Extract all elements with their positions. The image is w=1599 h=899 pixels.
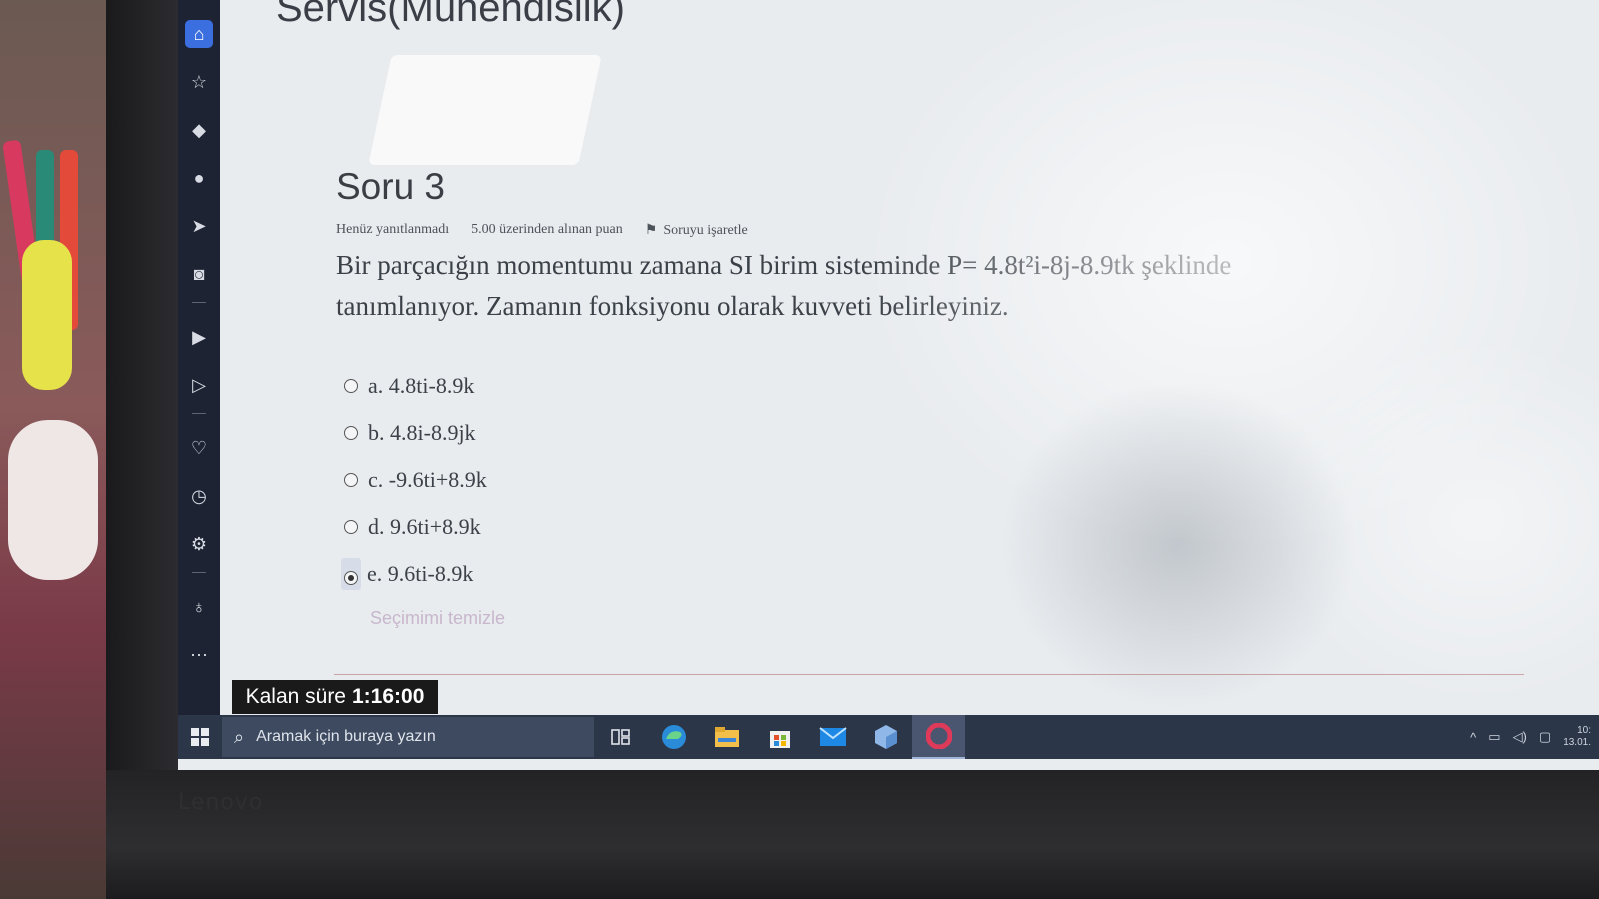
option-b[interactable]: b. 4.8i-8.9jk	[344, 409, 487, 456]
option-label: d. 9.6ti+8.9k	[368, 513, 481, 539]
timer-value: 1:16:00	[352, 685, 425, 708]
kitty-decoration	[8, 420, 98, 580]
taskbar-search[interactable]: ⌕ Aramak için buraya yazın	[222, 717, 594, 757]
timer-label: Kalan süre	[245, 685, 346, 708]
option-e[interactable]: e. 9.6ti-8.9k	[341, 550, 487, 597]
extension-icon[interactable]: ●	[185, 164, 213, 192]
option-a[interactable]: a. 4.8ti-8.9k	[344, 362, 487, 409]
windows-taskbar: ⌕ Aramak için buraya yazın ^ ▭ ◁) ▢ 10: …	[178, 715, 1599, 759]
option-d[interactable]: d. 9.6ti+8.9k	[344, 503, 487, 550]
question-divider	[334, 674, 1524, 675]
system-tray: ^ ▭ ◁) ▢ 10: 13.01.	[1470, 725, 1599, 749]
flag-icon: ⚑	[644, 223, 658, 238]
clear-selection-link[interactable]: Seçimimi temizle	[370, 608, 505, 629]
reflection-glare	[368, 55, 602, 165]
quiz-page: Servis(Mühendislik) Soru 3 Henüz yanıtla…	[220, 0, 1599, 715]
instagram-icon[interactable]: ◙	[185, 260, 213, 288]
volume-icon[interactable]: ◁)	[1513, 729, 1527, 745]
home-icon[interactable]: ⌂	[185, 20, 213, 48]
system-clock[interactable]: 10: 13.01.	[1563, 725, 1591, 749]
clock-date: 13.01.	[1563, 737, 1591, 748]
question-text-line: Bir parçacığın momentumu zamana SI birim…	[336, 250, 1232, 280]
laptop-brand: Lenovo	[178, 790, 264, 815]
sidebar-divider	[192, 302, 206, 303]
file-explorer-icon[interactable]	[700, 715, 753, 759]
notification-icon[interactable]: ▢	[1539, 729, 1551, 745]
bulb-icon[interactable]: ♁	[185, 593, 213, 621]
network-icon[interactable]: ▭	[1488, 729, 1500, 745]
laptop-bezel-bottom	[106, 770, 1599, 899]
course-title: Servis(Mühendislik)	[276, 0, 625, 30]
task-view-icon[interactable]	[594, 715, 647, 759]
player-icon[interactable]: ▶	[185, 323, 213, 351]
chevron-up-icon[interactable]: ^	[1470, 730, 1476, 745]
store-icon[interactable]	[753, 715, 806, 759]
mail-icon[interactable]	[806, 715, 859, 759]
question-text-line: tanımlanıyor. Zamanın fonksiyonu olarak …	[336, 291, 1009, 321]
telegram-icon[interactable]: ➤	[185, 212, 213, 240]
screen: ⌂ ☆ ◆ ● ➤ ◙ ▶ ▷ ♡ ◷ ⚙ ♁ ⋯ Servis(Mühendi…	[178, 0, 1599, 770]
heart-icon[interactable]: ♡	[185, 434, 213, 462]
option-label: a. 4.8ti-8.9k	[368, 372, 475, 398]
edge-browser-icon[interactable]	[647, 715, 700, 759]
radio-button-selected[interactable]	[344, 570, 358, 585]
option-c[interactable]: c. -9.6ti+8.9k	[344, 456, 487, 503]
more-icon[interactable]: ⋯	[185, 641, 213, 669]
settings-icon[interactable]: ⚙	[185, 530, 213, 558]
app-icon[interactable]: ◆	[185, 116, 213, 144]
sidebar-divider	[192, 413, 206, 414]
send-icon[interactable]: ▷	[185, 371, 213, 399]
radio-button[interactable]	[344, 378, 358, 393]
opera-browser-icon[interactable]	[912, 715, 965, 759]
history-icon[interactable]: ◷	[185, 482, 213, 510]
search-icon: ⌕	[234, 726, 245, 747]
clock-time: 10:	[1577, 725, 1591, 736]
background-desk	[0, 0, 110, 899]
question-meta: Henüz yanıtlanmadı 5.00 üzerinden alınan…	[336, 222, 748, 239]
radio-button[interactable]	[344, 519, 358, 534]
search-placeholder: Aramak için buraya yazın	[256, 728, 436, 745]
option-label: e. 9.6ti-8.9k	[367, 560, 474, 586]
time-remaining: Kalan süre 1:16:00	[232, 680, 438, 714]
star-icon[interactable]: ☆	[185, 68, 213, 96]
browser-sidebar: ⌂ ☆ ◆ ● ➤ ◙ ▶ ▷ ♡ ◷ ⚙ ♁ ⋯	[178, 0, 220, 715]
question-title: Soru 3	[336, 166, 446, 207]
question-text: Bir parçacığın momentumu zamana SI birim…	[336, 245, 1396, 327]
sidebar-divider	[192, 572, 206, 573]
answer-options: a. 4.8ti-8.9k b. 4.8i-8.9jk c. -9.6ti+8.…	[341, 362, 487, 597]
option-label: c. -9.6ti+8.9k	[368, 466, 487, 492]
marker-decoration	[22, 240, 72, 390]
3d-app-icon[interactable]	[859, 715, 912, 759]
option-label: b. 4.8i-8.9jk	[368, 419, 476, 445]
laptop-bezel-left	[106, 0, 178, 780]
flag-question-link[interactable]: ⚑ Soruyu işaretle	[645, 222, 748, 239]
radio-button[interactable]	[344, 472, 358, 487]
question-status: Henüz yanıtlanmadı	[336, 222, 450, 237]
windows-logo-icon	[191, 728, 209, 746]
flag-label: Soruyu işaretle	[663, 222, 748, 238]
question-points: 5.00 üzerinden alınan puan	[471, 222, 623, 237]
radio-highlight	[341, 557, 361, 590]
radio-button[interactable]	[344, 425, 358, 440]
windows-start-button[interactable]	[178, 715, 222, 759]
